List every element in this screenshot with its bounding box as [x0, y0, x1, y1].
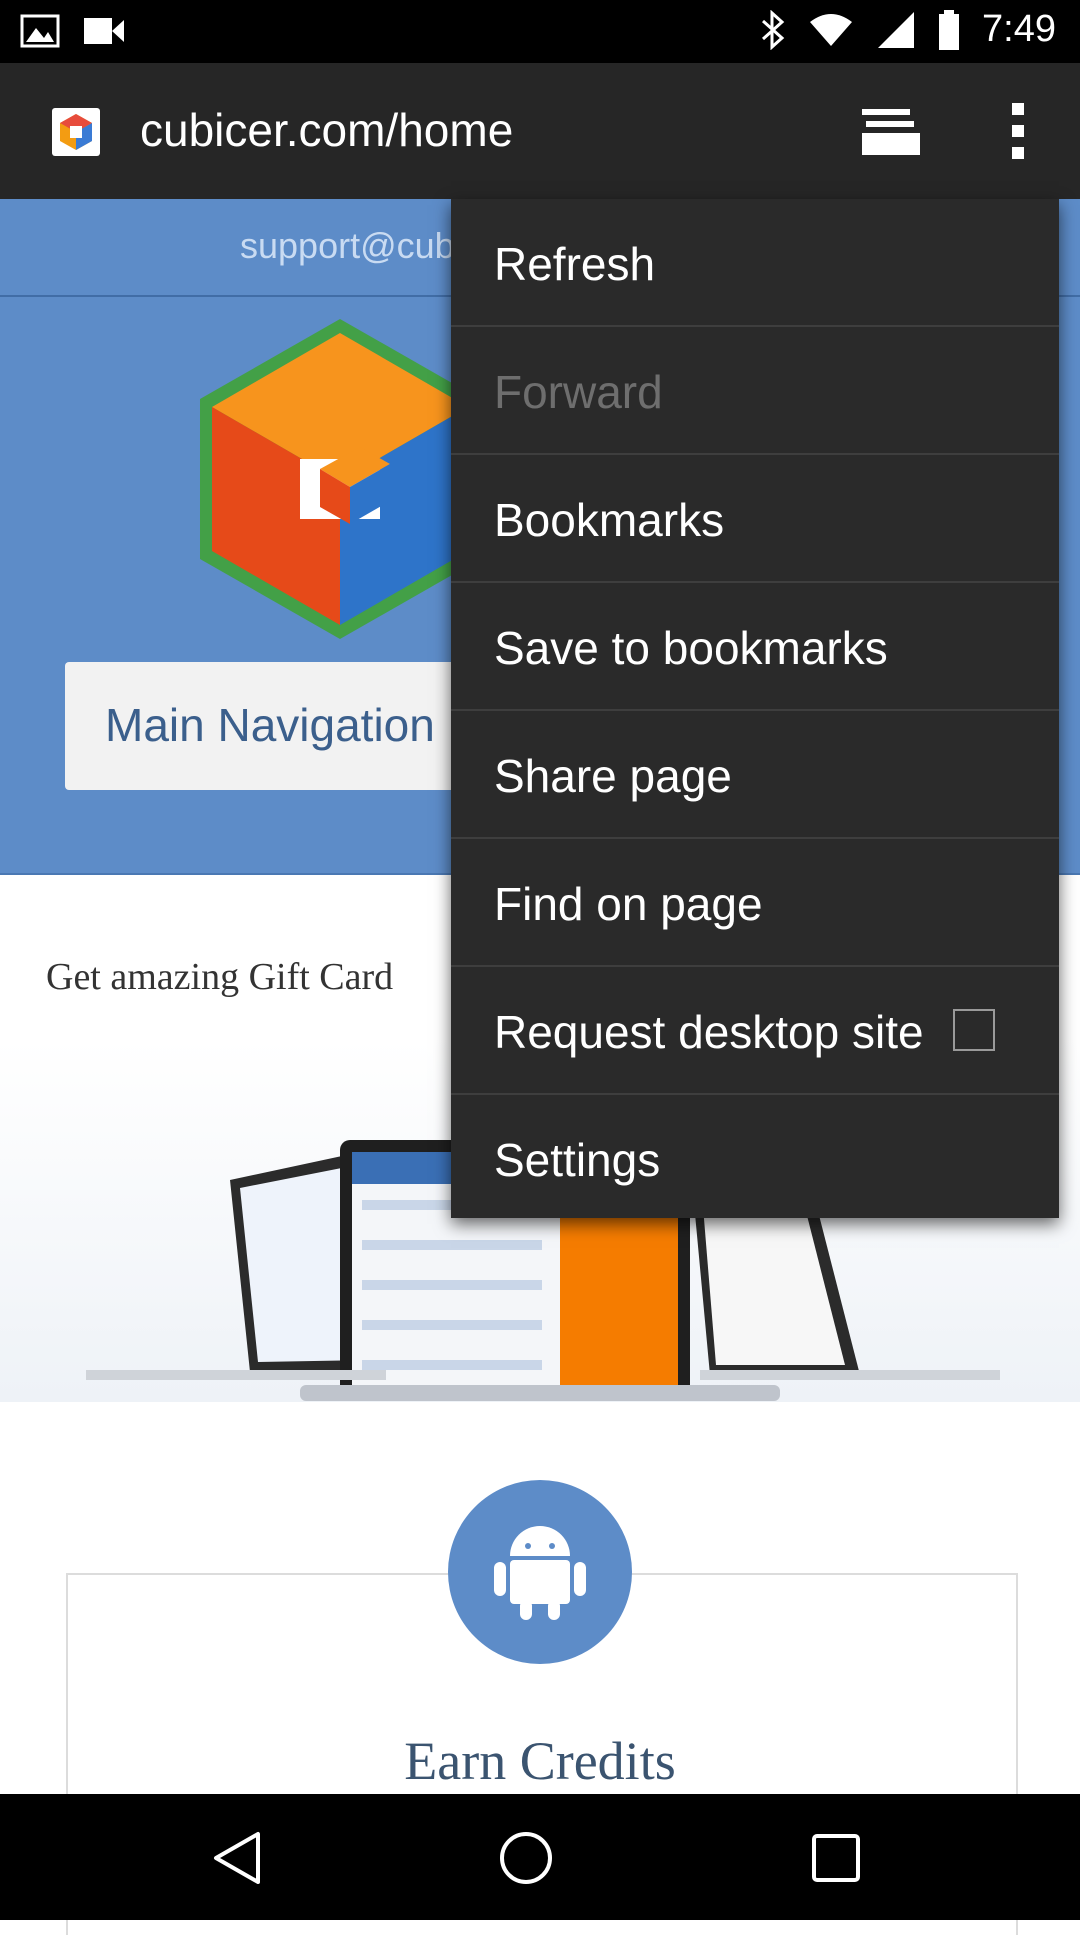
menu-item-label: Save to bookmarks: [494, 622, 888, 674]
menu-item-forward[interactable]: Forward: [451, 327, 1059, 455]
tabs-button[interactable]: [858, 101, 922, 161]
menu-item-find-on-page[interactable]: Find on page: [451, 839, 1059, 967]
site-favicon-icon: [52, 108, 100, 156]
system-navigation-bar: [0, 1794, 1080, 1920]
signal-icon: [878, 11, 915, 48]
tabs-icon: [862, 109, 920, 155]
back-icon[interactable]: [208, 1828, 268, 1888]
menu-item-label: Settings: [494, 1134, 661, 1186]
more-vert-icon: [1012, 103, 1024, 159]
status-bar: 7:49: [0, 0, 1080, 63]
wifi-icon: [810, 13, 853, 46]
overflow-menu: Refresh Forward Bookmarks Save to bookma…: [451, 199, 1059, 1218]
overflow-menu-button[interactable]: [1000, 99, 1036, 163]
browser-toolbar: cubicer.com/home: [0, 63, 1080, 199]
menu-item-request-desktop-site[interactable]: Request desktop site: [451, 967, 1059, 1095]
menu-item-label: Share page: [494, 750, 732, 802]
photo-icon: [20, 14, 60, 48]
menu-item-label: Request desktop site: [494, 1006, 924, 1058]
url-bar[interactable]: cubicer.com/home: [140, 103, 513, 157]
request-desktop-site-checkbox[interactable]: [953, 1009, 995, 1051]
status-time: 7:49: [982, 8, 1056, 50]
menu-item-share-page[interactable]: Share page: [451, 711, 1059, 839]
menu-item-label: Find on page: [494, 878, 763, 930]
support-email-link[interactable]: support@cub: [240, 225, 455, 267]
recent-apps-icon[interactable]: [806, 1828, 866, 1888]
bluetooth-icon: [762, 9, 785, 50]
menu-item-settings[interactable]: Settings: [451, 1095, 1059, 1221]
promo-text: Get amazing Gift Card: [46, 956, 394, 998]
menu-item-refresh[interactable]: Refresh: [451, 199, 1059, 327]
site-logo: [200, 319, 480, 639]
battery-icon: [939, 9, 960, 50]
menu-item-bookmarks[interactable]: Bookmarks: [451, 455, 1059, 583]
menu-item-label: Forward: [494, 366, 663, 418]
menu-item-label: Bookmarks: [494, 494, 725, 546]
earn-credits-title: Earn Credits: [404, 1731, 676, 1791]
menu-item-save-to-bookmarks[interactable]: Save to bookmarks: [451, 583, 1059, 711]
video-icon: [84, 18, 124, 44]
main-navigation-label: Main Navigation: [105, 699, 435, 751]
android-badge: [448, 1480, 632, 1664]
home-icon[interactable]: [496, 1828, 556, 1888]
menu-item-label: Refresh: [494, 238, 656, 290]
android-icon: [494, 1526, 586, 1620]
